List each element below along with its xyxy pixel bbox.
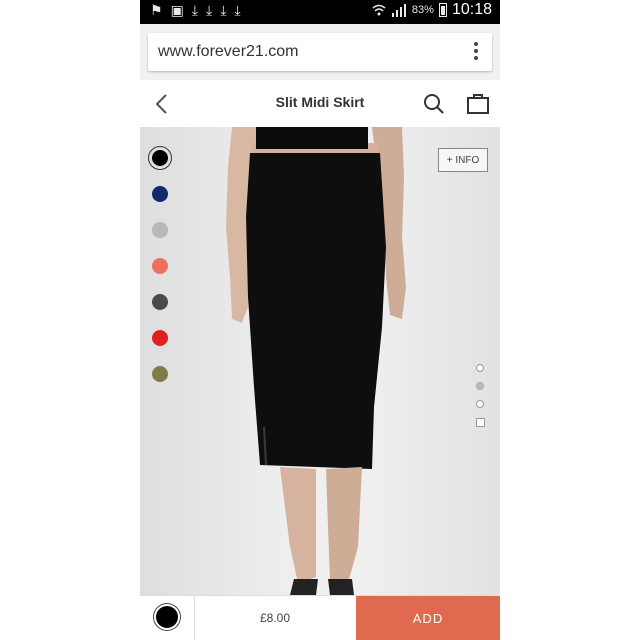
shopping-bag-icon[interactable] — [466, 91, 490, 115]
flag-icon: ⚑ — [150, 3, 163, 19]
search-icon[interactable] — [422, 92, 446, 116]
selected-color-swatch[interactable] — [156, 606, 178, 628]
product-image-carousel[interactable]: + INFO — [140, 127, 500, 595]
color-swatch-navy[interactable] — [152, 186, 168, 202]
system-indicators: 83% 10:18 — [372, 1, 492, 19]
add-to-bag-button[interactable]: ADD — [356, 596, 500, 640]
product-photo — [226, 127, 406, 595]
color-swatch-coral[interactable] — [152, 258, 168, 274]
status-bar: ⚑ ▣ ⤓ ⤓ ⤓ ⤓ 83% 10:18 — [140, 0, 500, 24]
download-icon: ⤓ — [206, 3, 213, 19]
image-pager-dot[interactable] — [476, 400, 484, 408]
price: £8.00 — [259, 611, 291, 625]
url-text[interactable]: www.forever21.com — [158, 43, 299, 61]
image-pager-dot[interactable] — [476, 382, 484, 390]
signal-icon — [391, 4, 406, 17]
info-button[interactable]: + INFO — [438, 148, 488, 172]
image-icon: ▣ — [170, 3, 184, 19]
battery-percent: 83% — [411, 4, 434, 16]
overflow-menu-icon[interactable] — [474, 42, 478, 62]
product-header: Slit Midi Skirt — [140, 81, 500, 128]
download-icon: ⤓ — [234, 3, 241, 19]
color-swatch-heather-grey[interactable] — [152, 222, 168, 238]
notification-icons: ⚑ ▣ ⤓ ⤓ ⤓ ⤓ — [150, 3, 241, 19]
download-icon: ⤓ — [191, 3, 198, 19]
image-pager-dot[interactable] — [476, 364, 484, 372]
video-pager-icon[interactable] — [476, 418, 485, 427]
purchase-bar: £8.00 ADD — [140, 595, 500, 640]
download-icon: ⤓ — [220, 3, 227, 19]
browser-toolbar: www.forever21.com — [140, 24, 500, 80]
color-swatch-red[interactable] — [152, 330, 168, 346]
phone-screen: ⚑ ▣ ⤓ ⤓ ⤓ ⤓ 83% 10:18 www.forever21.com … — [140, 0, 500, 640]
clock: 10:18 — [451, 1, 492, 18]
color-swatch-charcoal[interactable] — [152, 294, 168, 310]
color-swatch-black[interactable] — [148, 146, 172, 170]
color-swatch-olive[interactable] — [152, 366, 168, 382]
battery-icon — [438, 3, 447, 17]
address-bar[interactable]: www.forever21.com — [148, 33, 492, 71]
page-title: Slit Midi Skirt — [275, 94, 365, 110]
selected-color-area[interactable] — [140, 596, 195, 640]
wifi-icon — [372, 4, 386, 16]
